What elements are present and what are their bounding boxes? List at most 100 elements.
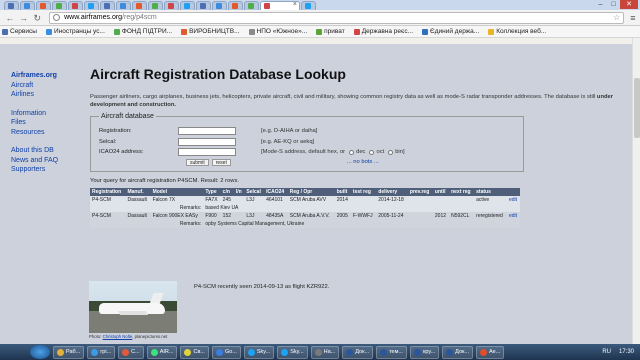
bookmark-star-icon[interactable]: ☆ <box>613 13 620 22</box>
sidebar-item-aircraft[interactable]: Aircraft <box>11 81 71 91</box>
language-indicator[interactable]: RU <box>602 349 611 355</box>
address-bar[interactable]: www.airframes.org /reg/p4scm ☆ <box>49 11 625 24</box>
edit-link[interactable]: edit <box>506 195 520 204</box>
registration-label: Registration: <box>99 128 132 135</box>
taskbar-item[interactable]: Go... <box>211 345 241 359</box>
back-arrow-icon[interactable]: ← <box>4 12 16 24</box>
taskbar-item[interactable]: Sky... <box>277 345 308 359</box>
edit-link[interactable]: edit <box>506 211 520 220</box>
taskbar-item[interactable]: Раб... <box>53 345 85 359</box>
browser-tab[interactable] <box>68 1 83 10</box>
sidebar-item-files[interactable]: Files <box>11 118 71 128</box>
browser-tab[interactable] <box>228 1 243 10</box>
bookmark-item[interactable]: Иностранцы ус... <box>45 28 105 35</box>
page-info-icon[interactable] <box>53 14 61 21</box>
taskbar-item[interactable]: кру... <box>409 345 440 359</box>
registration-input[interactable] <box>178 127 236 136</box>
browser-tab[interactable] <box>164 1 179 10</box>
browser-tab[interactable] <box>196 1 211 10</box>
url-host: www.airframes.org <box>64 14 123 21</box>
taskbar-item[interactable]: Док... <box>342 345 374 359</box>
browser-toolbar: ← → ↻ www.airframes.org /reg/p4scm ☆ ≡ <box>0 10 640 26</box>
sidebar-brand-link[interactable]: Airframes.org <box>11 71 71 81</box>
bookmark-favicon-icon <box>113 28 120 35</box>
browser-menu-icon[interactable]: ≡ <box>630 13 640 23</box>
taskbar-item[interactable]: Св... <box>180 345 209 359</box>
minimize-button[interactable]: – <box>594 0 607 9</box>
bookmark-item[interactable]: ФОНД ПІДТРИ... <box>113 28 172 35</box>
close-window-button[interactable]: ✕ <box>620 0 638 9</box>
browser-tab[interactable] <box>180 1 195 10</box>
bookmark-item[interactable]: Державна реєс... <box>353 28 413 35</box>
app-icon <box>122 348 130 356</box>
forward-arrow-icon[interactable]: → <box>18 12 30 24</box>
tab-favicon-icon <box>56 3 62 9</box>
taskbar-item[interactable]: Ha... <box>310 345 340 359</box>
taskbar-item[interactable]: тем... <box>376 345 407 359</box>
bookmark-item[interactable]: Єдиний держа... <box>422 28 479 35</box>
start-button[interactable] <box>30 345 50 359</box>
submit-button[interactable]: submit <box>186 158 209 166</box>
reset-button[interactable]: reset <box>211 158 231 166</box>
browser-tab[interactable] <box>84 1 99 10</box>
taskbar-item[interactable]: Док... <box>442 345 473 359</box>
close-tab-icon[interactable]: × <box>293 1 297 8</box>
app-icon <box>91 348 99 356</box>
bookmark-item[interactable]: Коллекция веб... <box>488 28 546 35</box>
taskbar-item-label: Док... <box>355 349 370 355</box>
bookmark-item[interactable]: ВИРОБНИЦТВ... <box>181 28 240 35</box>
app-icon <box>57 348 64 356</box>
scrollbar-thumb[interactable] <box>634 78 640 138</box>
browser-tab[interactable] <box>52 1 67 10</box>
browser-tab[interactable] <box>4 1 19 10</box>
browser-tab[interactable]: × <box>260 1 300 10</box>
icao24-input[interactable] <box>178 148 236 157</box>
tab-favicon-icon <box>264 3 270 9</box>
taskbar-item[interactable]: AIR... <box>146 345 178 359</box>
column-header: delivery <box>376 187 408 196</box>
table-cell: 2005-11-24 <box>376 211 408 220</box>
clock[interactable]: 17:30 <box>619 349 634 356</box>
taskbar-item[interactable]: Sky... <box>243 345 275 359</box>
bookmark-item[interactable]: приват <box>316 28 345 35</box>
selcal-hint: [e.g. AE-KQ or aekq] <box>261 138 315 145</box>
tab-favicon-icon <box>200 3 206 9</box>
taskbar-item-label: Док... <box>455 349 469 355</box>
maximize-button[interactable]: □ <box>607 0 620 9</box>
taskbar-item[interactable]: грі... <box>87 345 116 359</box>
sidebar-item-resources[interactable]: Resources <box>11 128 71 138</box>
tab-favicon-icon <box>72 3 78 9</box>
sidebar-item-news-faq[interactable]: News and FAQ <box>11 156 71 166</box>
taskbar-item[interactable]: Ae... <box>476 345 505 359</box>
browser-tab[interactable] <box>132 1 147 10</box>
radio-dec[interactable] <box>349 149 355 155</box>
browser-tab[interactable] <box>148 1 163 10</box>
browser-tab[interactable] <box>301 1 316 10</box>
remarks-label: Remarks: <box>90 203 204 212</box>
sidebar-item-supporters[interactable]: Supporters <box>11 165 71 175</box>
browser-tab[interactable] <box>212 1 227 10</box>
browser-tab[interactable] <box>20 1 35 10</box>
sidebar-item-information[interactable]: Information <box>11 109 71 119</box>
selcal-input[interactable] <box>178 137 236 146</box>
taskbar-item[interactable]: С... <box>118 345 144 359</box>
tab-favicon-icon <box>88 3 94 9</box>
app-icon <box>380 348 388 356</box>
photographer-link[interactable]: Christoph Nolte <box>103 334 133 339</box>
radio-oct[interactable] <box>369 149 375 155</box>
sidebar-item-airlines[interactable]: Airlines <box>11 90 71 100</box>
browser-tab[interactable] <box>36 1 51 10</box>
browser-tab[interactable] <box>244 1 259 10</box>
browser-tab[interactable] <box>100 1 115 10</box>
aircraft-photo[interactable]: Photo: Christoph Nolte, planepictures.ne… <box>89 281 177 344</box>
sidebar-item-about[interactable]: About this DB <box>11 146 71 156</box>
bookmark-item[interactable]: НПО «Южное»... <box>248 28 307 35</box>
column-header: Registration <box>90 187 126 196</box>
radio-bin[interactable] <box>388 149 394 155</box>
reload-icon[interactable]: ↻ <box>31 12 43 24</box>
taskbar-item-label: Ha... <box>323 349 336 355</box>
browser-tab[interactable] <box>116 1 131 10</box>
bookmark-favicon-icon <box>45 28 52 35</box>
page-scrollbar[interactable] <box>632 38 640 344</box>
bookmark-item[interactable]: Сервисы <box>2 28 37 35</box>
